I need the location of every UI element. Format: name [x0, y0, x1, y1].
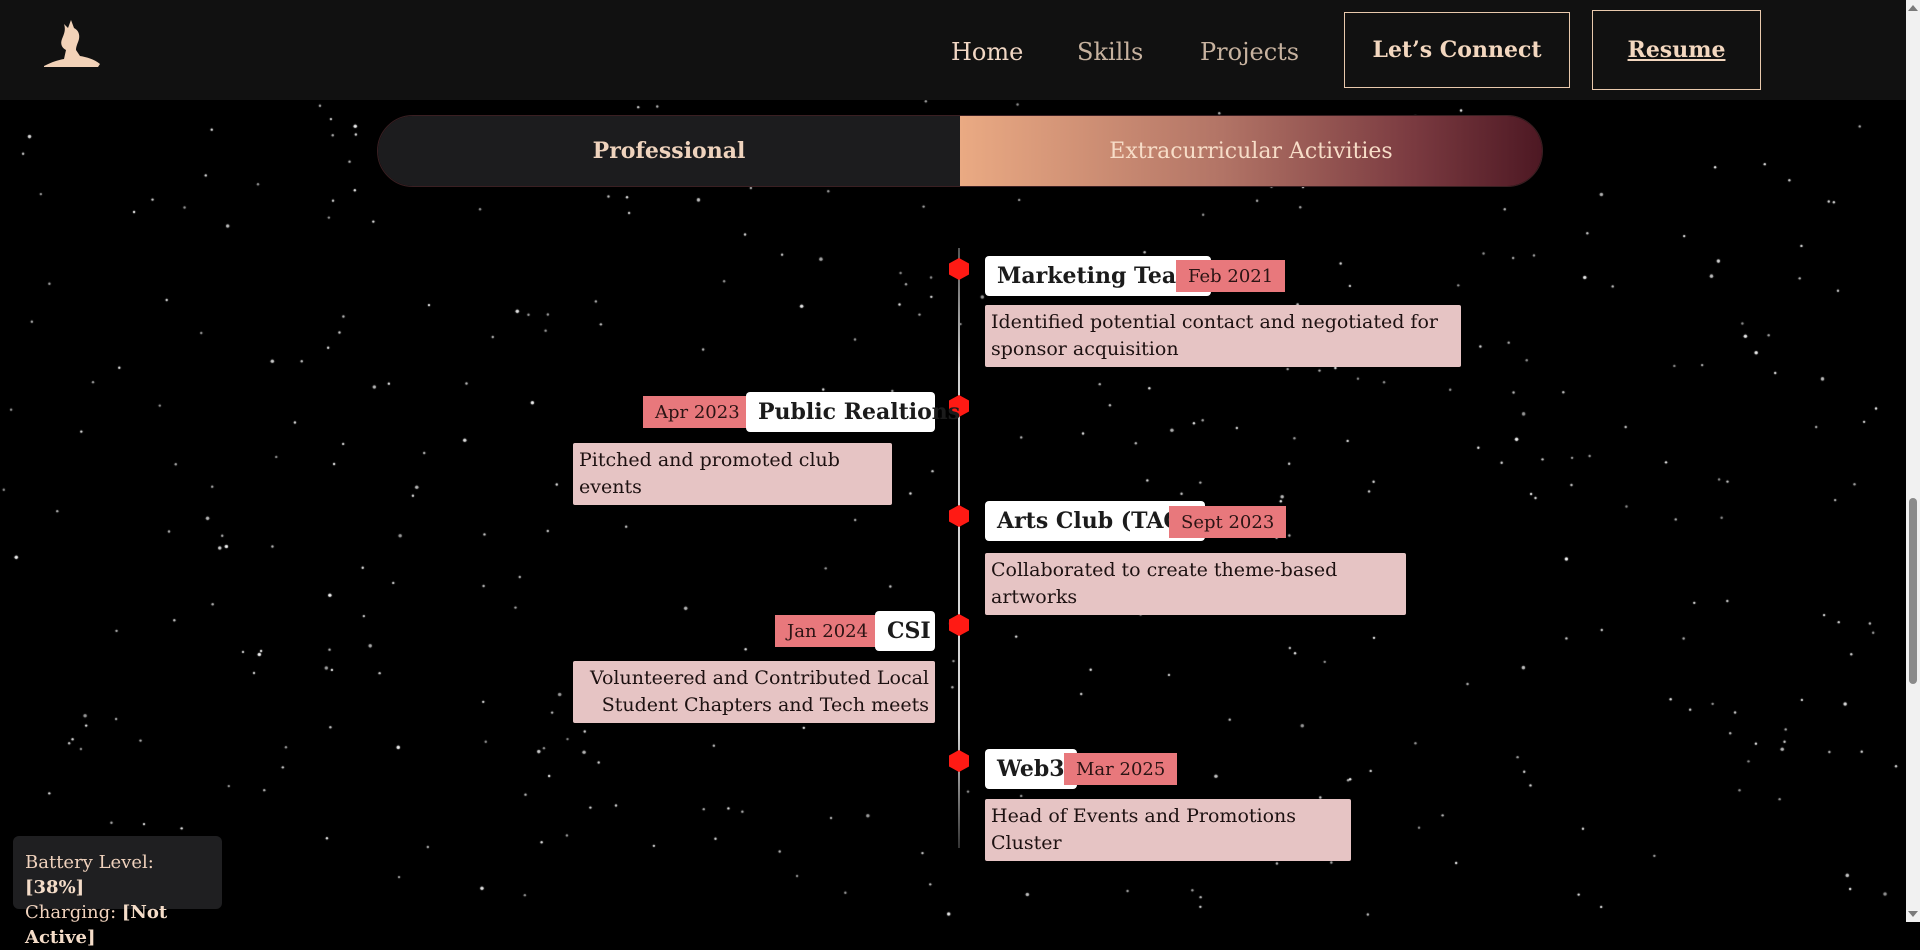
timeline-entry-description: Identified potential contact and negotia… [985, 305, 1461, 367]
top-navbar: Home Skills Projects Let’s Connect Resum… [0, 0, 1906, 100]
scrollbar-thumb[interactable] [1909, 498, 1917, 684]
timeline-entry-date: Feb 2021 [1176, 260, 1286, 292]
experience-tabs: Professional Extracurricular Activities [377, 115, 1543, 187]
tab-professional[interactable]: Professional [378, 116, 960, 186]
scroll-up-arrow-icon[interactable] [1908, 5, 1918, 11]
timeline-entry-description: Head of Events and Promotions Cluster [985, 799, 1351, 861]
lets-connect-button[interactable]: Let’s Connect [1344, 12, 1570, 88]
tab-extracurricular[interactable]: Extracurricular Activities [960, 116, 1542, 186]
timeline-entry-date: Jan 2024 [775, 615, 875, 647]
timeline-entry-title: Web3 [985, 749, 1077, 789]
timeline-entry-date: Mar 2025 [1064, 753, 1178, 785]
timeline-entry-description: Pitched and promoted club events [573, 443, 892, 505]
nav-skills-link[interactable]: Skills [1077, 38, 1143, 66]
page-scrollbar[interactable] [1906, 0, 1920, 922]
timeline-entry-description: Collaborated to create theme-based artwo… [985, 553, 1406, 615]
timeline-entry-date: Apr 2023 [643, 396, 746, 428]
timeline-entry-description: Volunteered and Contributed Local Studen… [573, 661, 935, 723]
resume-button[interactable]: Resume [1592, 10, 1761, 90]
nav-home-link[interactable]: Home [951, 38, 1023, 66]
battery-level-value: [38%] [25, 877, 85, 898]
battery-level-label: Battery Level: [25, 852, 154, 873]
timeline-entry-title: Public Realtions [746, 392, 960, 432]
wolf-logo-icon[interactable] [38, 12, 104, 70]
timeline-entry-title: CSI [875, 611, 935, 651]
nav-projects-link[interactable]: Projects [1200, 38, 1299, 66]
timeline-entry-date: Sept 2023 [1169, 506, 1287, 538]
charging-label: Charging: [25, 902, 117, 923]
scroll-down-arrow-icon[interactable] [1908, 911, 1918, 917]
battery-status-widget: Battery Level: [38%] Charging: [Not Acti… [13, 836, 222, 948]
